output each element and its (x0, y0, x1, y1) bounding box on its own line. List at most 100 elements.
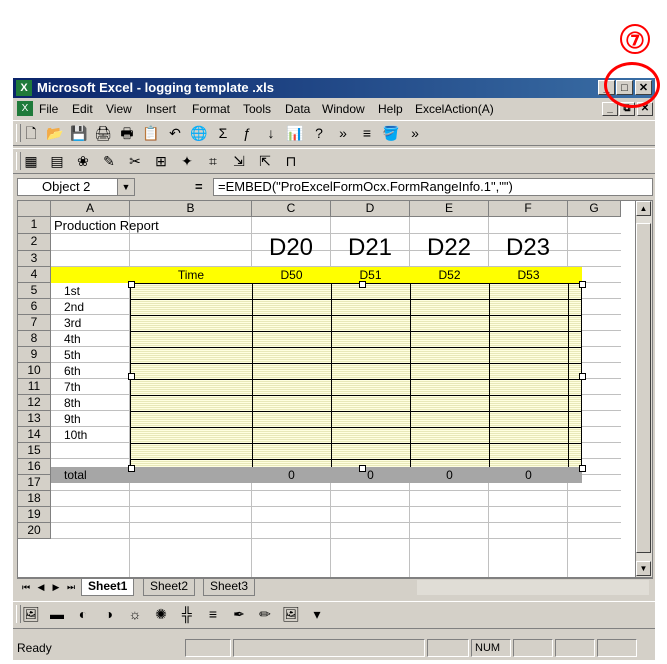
worksheet-grid[interactable]: A B C D E F G 1 2 3 4 5 6 7 8 9 10 11 12 13 14 15 16 17 18 19 20 Pr… (17, 200, 653, 578)
row-label-cell[interactable]: 6th (64, 364, 81, 378)
row-header-6[interactable]: 6 (18, 299, 51, 315)
open-icon[interactable]: 📂 (45, 124, 65, 143)
row-header-13[interactable]: 13 (18, 411, 51, 427)
toolbar2-icon-1[interactable]: ▦ (21, 152, 41, 171)
row-label-cell[interactable]: 9th (64, 412, 81, 426)
toolbar2-icon-9[interactable]: ⇲ (229, 152, 249, 171)
draw-icon-3[interactable]: ◐ (73, 605, 93, 624)
menu-edit[interactable]: Edit (72, 102, 93, 116)
resize-handle[interactable] (128, 373, 135, 380)
tab-sheet2[interactable]: Sheet2 (143, 579, 196, 596)
resize-handle[interactable] (579, 281, 586, 288)
toolbar2-icon-6[interactable]: ⊞ (151, 152, 171, 171)
menu-help[interactable]: Help (378, 102, 403, 116)
resize-handle[interactable] (128, 281, 135, 288)
draw-icon-11[interactable]: 🖼 (281, 605, 301, 624)
toolbar2-icon-2[interactable]: ▤ (47, 152, 67, 171)
paste-icon[interactable]: 📋 (141, 124, 161, 143)
row-header-19[interactable]: 19 (18, 507, 51, 523)
menu-data[interactable]: Data (285, 102, 310, 116)
toolbar2-icon-11[interactable]: ⊓ (281, 152, 301, 171)
draw-icon-7[interactable]: ╬ (177, 605, 197, 624)
resize-handle[interactable] (359, 465, 366, 472)
draw-icon-5[interactable]: ☼ (125, 605, 145, 624)
select-all-corner[interactable] (18, 201, 51, 217)
row-label-cell[interactable]: 8th (64, 396, 81, 410)
column-header-f[interactable]: F (489, 201, 568, 217)
row-label-cell[interactable]: 10th (64, 428, 87, 442)
column-header-b[interactable]: B (130, 201, 252, 217)
row-header-20[interactable]: 20 (18, 523, 51, 539)
title-bar[interactable]: X Microsoft Excel - logging template .xl… (13, 78, 655, 98)
draw-icon-6[interactable]: ✺ (151, 605, 171, 624)
row-header-10[interactable]: 10 (18, 363, 51, 379)
menu-window[interactable]: Window (322, 102, 365, 116)
resize-handle[interactable] (128, 465, 135, 472)
row-header-12[interactable]: 12 (18, 395, 51, 411)
menu-format[interactable]: Format (192, 102, 230, 116)
column-header-c[interactable]: C (252, 201, 331, 217)
next-sheet-icon[interactable]: ▶ (49, 580, 63, 594)
menu-tools[interactable]: Tools (243, 102, 271, 116)
row-header-3[interactable]: 3 (18, 251, 51, 267)
save-icon[interactable]: 💾 (69, 124, 89, 143)
row-header-14[interactable]: 14 (18, 427, 51, 443)
row-header-18[interactable]: 18 (18, 491, 51, 507)
chart-icon[interactable]: 📊 (285, 124, 305, 143)
column-header-g[interactable]: G (568, 201, 621, 217)
undo-icon[interactable]: ↶ (165, 124, 185, 143)
column-header-d[interactable]: D (331, 201, 410, 217)
time-header-cell[interactable]: Time (130, 267, 252, 283)
row-header-4[interactable]: 4 (18, 267, 51, 283)
prev-sheet-icon[interactable]: ◀ (34, 580, 48, 594)
function-icon[interactable]: ƒ (237, 124, 257, 143)
report-title-cell[interactable]: Production Report (54, 218, 159, 233)
sort-icon[interactable]: ↓ (261, 124, 281, 143)
print-icon[interactable]: 🖨 (93, 124, 113, 143)
draw-icon-2[interactable]: ▬ (47, 605, 67, 624)
name-box[interactable]: Object 2 ▼ (17, 178, 135, 196)
more-icon[interactable]: » (333, 124, 353, 143)
vertical-scrollbar[interactable]: ▲ ▼ (635, 201, 652, 577)
hyperlink-icon[interactable]: 🌐 (189, 124, 209, 143)
row-label-cell[interactable]: 4th (64, 332, 81, 346)
column-header-cell[interactable]: D53 (489, 267, 568, 283)
resize-handle[interactable] (579, 373, 586, 380)
row-header-5[interactable]: 5 (18, 283, 51, 299)
align-icon[interactable]: ≡ (357, 124, 377, 143)
toolbar2-icon-8[interactable]: ⌗ (203, 152, 223, 171)
help-icon[interactable]: ? (309, 124, 329, 143)
scroll-up-icon[interactable]: ▲ (636, 201, 651, 216)
row-label-cell[interactable]: 1st (64, 284, 80, 298)
total-value-cell[interactable]: 0 (410, 467, 489, 483)
toolbar2-icon-7[interactable]: ✦ (177, 152, 197, 171)
draw-icon-4[interactable]: ◑ (99, 605, 119, 624)
excel-icon[interactable]: X (16, 80, 32, 96)
menu-excelaction[interactable]: ExcelAction(A) (415, 102, 494, 116)
scroll-down-icon[interactable]: ▼ (636, 561, 651, 576)
draw-icon-9[interactable]: ✒ (229, 605, 249, 624)
name-box-dropdown-icon[interactable]: ▼ (117, 179, 134, 195)
column-header-cell[interactable]: D51 (331, 267, 410, 283)
device-label-cell[interactable]: D23 (489, 233, 567, 263)
toolbar2-icon-3[interactable]: ❀ (73, 152, 93, 171)
resize-handle[interactable] (579, 465, 586, 472)
menu-file[interactable]: File (39, 102, 58, 116)
total-value-cell[interactable]: 0 (331, 467, 410, 483)
device-label-cell[interactable]: D21 (331, 233, 409, 263)
column-header-a[interactable]: A (51, 201, 130, 217)
menu-insert[interactable]: Insert (146, 102, 176, 116)
total-label-cell[interactable]: total (64, 468, 87, 482)
device-label-cell[interactable]: D22 (410, 233, 488, 263)
device-label-cell[interactable]: D20 (252, 233, 330, 263)
row-header-1[interactable]: 1 (18, 217, 51, 234)
form-range-object[interactable] (130, 283, 582, 467)
draw-icon-10[interactable]: ✏ (255, 605, 275, 624)
row-header-7[interactable]: 7 (18, 315, 51, 331)
overflow-icon[interactable]: » (405, 124, 425, 143)
new-icon[interactable]: 🗋 (21, 124, 41, 143)
workbook-icon[interactable]: X (17, 101, 33, 116)
resize-handle[interactable] (359, 281, 366, 288)
tab-sheet1[interactable]: Sheet1 (81, 579, 135, 596)
scroll-thumb[interactable] (636, 223, 651, 553)
